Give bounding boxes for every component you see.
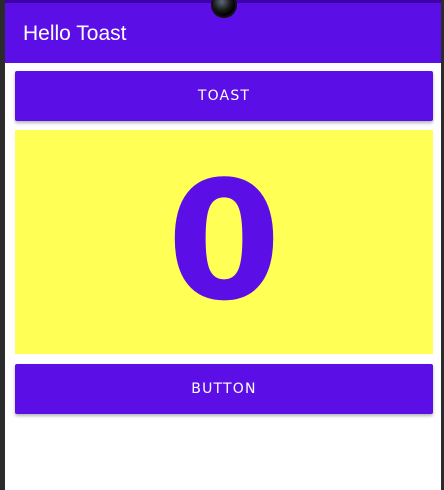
- count-value: 0: [166, 146, 282, 337]
- app-screen: Hello Toast TOAST 0 BUTTON: [5, 0, 441, 490]
- count-button[interactable]: BUTTON: [15, 364, 433, 414]
- toast-button[interactable]: TOAST: [15, 71, 433, 121]
- main-content: TOAST 0 BUTTON: [5, 63, 441, 490]
- device-frame: Hello Toast TOAST 0 BUTTON: [0, 0, 444, 490]
- count-display: 0: [15, 130, 433, 354]
- app-title: Hello Toast: [23, 22, 127, 45]
